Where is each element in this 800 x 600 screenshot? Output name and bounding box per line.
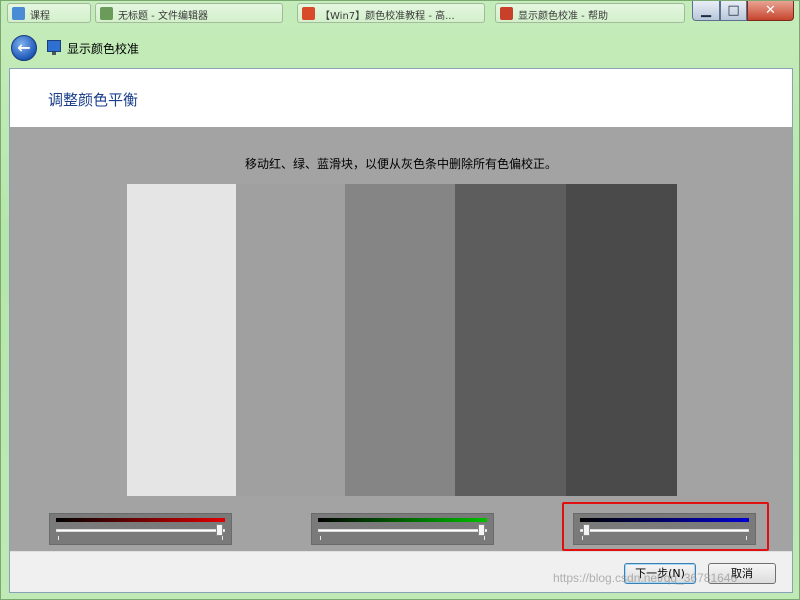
maximize-icon: □ xyxy=(727,3,740,18)
red-slider-track[interactable] xyxy=(56,529,225,532)
slider-tick xyxy=(484,536,485,540)
gray-bar xyxy=(566,184,677,496)
navigation-bar: ← 显示颜色校准 xyxy=(9,33,793,63)
page-title: 调整颜色平衡 xyxy=(48,91,139,109)
watermark-text: https://blog.csdn.net/qq_36781646 xyxy=(553,571,738,585)
app-icon xyxy=(100,7,113,20)
close-icon: ✕ xyxy=(765,3,776,18)
slider-tick xyxy=(320,536,321,540)
taskbar-item-label: 显示颜色校准 - 帮助 xyxy=(518,11,608,22)
maximize-button[interactable]: □ xyxy=(720,1,747,21)
taskbar-item-4[interactable]: 显示颜色校准 - 帮助 xyxy=(495,3,685,23)
gray-bars xyxy=(127,184,677,496)
calibration-area: 移动红、绿、蓝滑块，以便从灰色条中删除所有色偏校正。 xyxy=(10,127,792,551)
back-button[interactable]: ← xyxy=(11,35,37,61)
app-icon xyxy=(302,7,315,20)
monitor-icon xyxy=(47,40,61,55)
green-slider-thumb[interactable] xyxy=(478,524,485,536)
slider-tick xyxy=(58,536,59,540)
highlight-annotation xyxy=(562,502,769,551)
taskbar-item-label: 课程 xyxy=(30,11,50,22)
gray-bar xyxy=(127,184,236,496)
green-slider[interactable] xyxy=(311,513,494,545)
red-slider-thumb[interactable] xyxy=(216,524,223,536)
gray-bar xyxy=(236,184,345,496)
green-gradient xyxy=(318,518,487,522)
minimize-button[interactable]: ▁ xyxy=(692,1,720,21)
close-button[interactable]: ✕ xyxy=(747,1,794,21)
window-title: 显示颜色校准 xyxy=(67,42,140,56)
green-slider-track[interactable] xyxy=(318,529,487,532)
gray-bar xyxy=(455,184,566,496)
minimize-icon: ▁ xyxy=(701,3,711,18)
app-icon xyxy=(12,7,25,20)
taskbar-item-label: 无标题 - 文件编辑器 xyxy=(118,11,208,22)
taskbar-item-1[interactable]: 课程 xyxy=(7,3,91,23)
wizard-header: 调整颜色平衡 xyxy=(10,69,792,127)
gray-bar xyxy=(345,184,455,496)
arrow-left-icon: ← xyxy=(17,38,31,57)
title-bar-strip: 课程 无标题 - 文件编辑器 【Win7】颜色校准教程 - 高... 显示颜色校… xyxy=(1,1,689,25)
window-frame: 课程 无标题 - 文件编辑器 【Win7】颜色校准教程 - 高... 显示颜色校… xyxy=(0,0,800,600)
instruction-text: 移动红、绿、蓝滑块，以便从灰色条中删除所有色偏校正。 xyxy=(244,157,557,171)
taskbar-item-3[interactable]: 【Win7】颜色校准教程 - 高... xyxy=(297,3,485,23)
red-slider[interactable] xyxy=(49,513,232,545)
slider-tick xyxy=(222,536,223,540)
app-icon xyxy=(500,7,513,20)
taskbar-item-2[interactable]: 无标题 - 文件编辑器 xyxy=(95,3,283,23)
taskbar-item-label: 【Win7】颜色校准教程 - 高... xyxy=(320,11,455,22)
red-gradient xyxy=(56,518,225,522)
